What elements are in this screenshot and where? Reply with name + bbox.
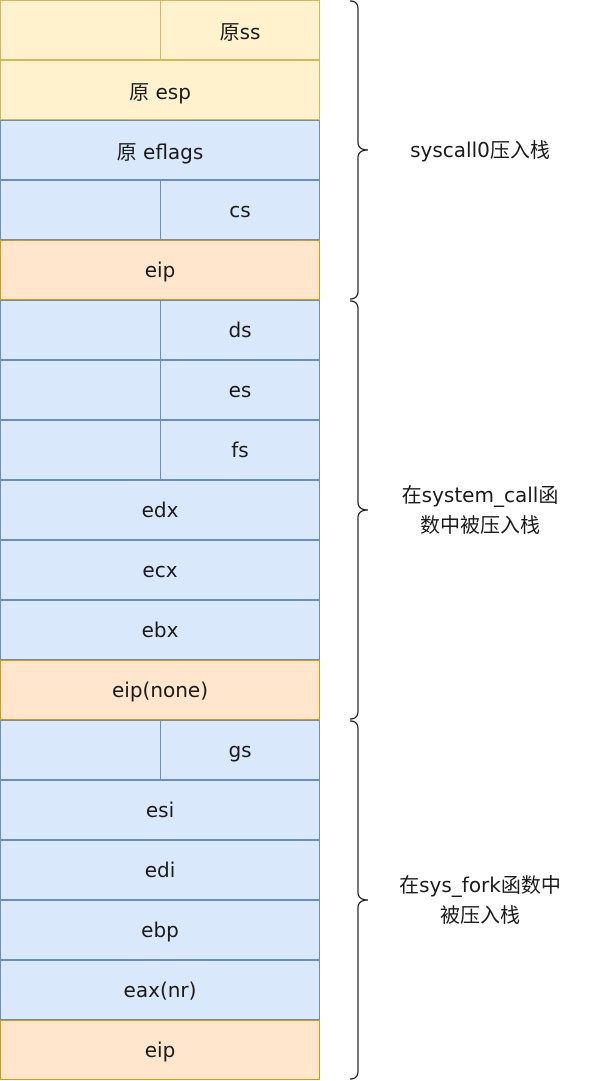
curly-brace <box>349 0 369 300</box>
curly-brace <box>349 720 369 1080</box>
group-annotation: 在sys_fork函数中 被压入栈 <box>380 870 580 930</box>
curly-brace <box>349 300 369 720</box>
annotation-line: 在sys_fork函数中 <box>399 873 561 897</box>
annotation-line: syscall0压入栈 <box>410 138 550 162</box>
annotation-line: 在system_call函 <box>401 483 559 507</box>
group-annotation: 在system_call函 数中被压入栈 <box>380 480 580 540</box>
group-annotation: syscall0压入栈 <box>380 135 580 165</box>
annotation-line: 被压入栈 <box>440 903 520 927</box>
annotation-line: 数中被压入栈 <box>420 513 540 537</box>
